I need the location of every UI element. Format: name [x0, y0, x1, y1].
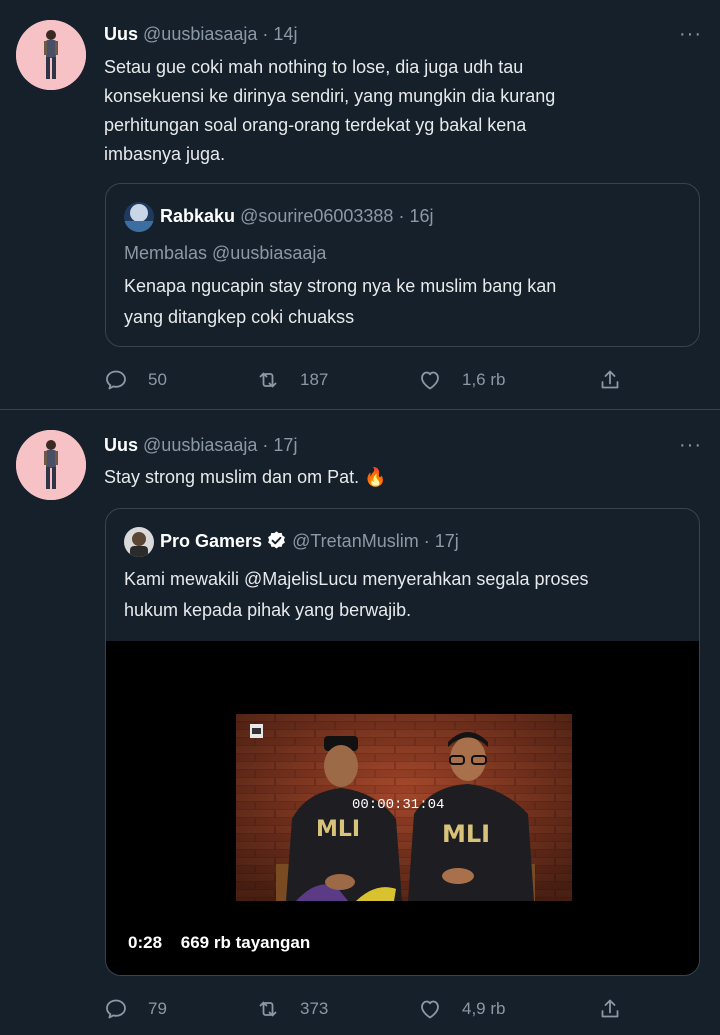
more-icon[interactable]: ···: [679, 21, 702, 47]
quoted-time: 17j: [434, 530, 459, 551]
video-views: 669 rb tayangan: [180, 933, 311, 952]
quoted-avatar: [124, 527, 154, 557]
tweet[interactable]: Uus @uusbiasaaja · 14j ··· Setau gue cok…: [0, 0, 720, 410]
tweet-text-line: Stay strong muslim dan om Pat. 🔥: [104, 467, 387, 487]
quoted-text-line: Kami mewakili @MajelisLucu menyerahkan s…: [124, 569, 589, 589]
like-count: 1,6 rb: [462, 370, 506, 389]
reply-count: 50: [148, 370, 167, 389]
quoted-tweet[interactable]: Pro Gamers @TretanMuslim · 17j Kami mewa…: [105, 508, 700, 976]
retweet-button[interactable]: 373: [256, 994, 328, 1024]
author-name[interactable]: Uus: [104, 435, 138, 455]
action-bar: 79 373 4,9 rb: [104, 994, 644, 1024]
reply-button[interactable]: 50: [104, 365, 167, 395]
action-bar: 50 187 1,6 rb: [104, 365, 644, 395]
reply-button[interactable]: 79: [104, 994, 167, 1024]
quoted-handle: @sourire06003388: [240, 205, 394, 226]
video-info: 0:28 669 rb tayangan: [128, 933, 324, 953]
quoted-text-line: yang ditangkep coki chuakss: [124, 307, 355, 327]
quoted-name: Pro Gamers: [160, 530, 263, 551]
more-icon[interactable]: ···: [679, 432, 702, 458]
quoted-handle: @TretanMuslim: [292, 530, 419, 551]
tweet-text: Setau gue coki mah nothing to lose, dia …: [104, 53, 700, 169]
quoted-text-line: hukum kepada pihak yang berwajib.: [124, 600, 412, 620]
like-icon: [421, 1000, 439, 1019]
verified-icon: [268, 531, 285, 549]
quoted-tweet[interactable]: Rabkaku @sourire06003388 · 16j Membalas …: [105, 183, 700, 347]
share-button[interactable]: [598, 994, 622, 1024]
quoted-text-line: Kenapa ngucapin stay strong nya ke musli…: [124, 276, 557, 296]
quoted-text: Kenapa ngucapin stay strong nya ke musli…: [124, 271, 681, 333]
quoted-name: Rabkaku: [160, 205, 236, 226]
tweet-text-line: perhitungan soal orang-orang terdekat yg…: [104, 115, 527, 135]
shirt-logo: MLI: [316, 817, 360, 842]
author-handle[interactable]: @uusbiasaaja: [143, 435, 257, 455]
quoted-avatar: [124, 202, 154, 232]
quoted-time: 16j: [409, 205, 434, 226]
share-button[interactable]: [598, 365, 622, 395]
shirt-logo: MLI: [442, 820, 490, 848]
retweet-count: 187: [300, 370, 329, 389]
retweet-icon: [259, 1001, 277, 1017]
avatar[interactable]: [16, 430, 86, 500]
like-button[interactable]: 1,6 rb: [418, 365, 505, 395]
tweet-time[interactable]: 14j: [273, 24, 297, 44]
video-timestamp-overlay: 00:00:31:04: [352, 797, 445, 813]
author-handle[interactable]: @uusbiasaaja: [143, 24, 257, 44]
reply-count: 79: [148, 999, 167, 1018]
tweet-text-line: imbasnya juga.: [104, 144, 226, 164]
separator: ·: [423, 530, 430, 551]
reply-icon: [106, 370, 126, 390]
tweet-text-line: konsekuensi ke dirinya sendiri, yang mun…: [104, 86, 556, 106]
video-duration: 0:28: [128, 933, 163, 952]
tweet-time[interactable]: 17j: [273, 435, 297, 455]
like-button[interactable]: 4,9 rb: [418, 994, 505, 1024]
avatar[interactable]: [16, 20, 86, 90]
retweet-icon: [259, 372, 277, 388]
quoted-text: Kami mewakili @MajelisLucu menyerahkan s…: [124, 564, 681, 626]
separator: ·: [262, 435, 269, 455]
like-count: 4,9 rb: [462, 999, 506, 1018]
video-frame[interactable]: MLI MLI 00:00:31:04: [236, 714, 572, 901]
share-icon: [601, 999, 619, 1018]
separator: ·: [262, 24, 269, 44]
author-name[interactable]: Uus: [104, 24, 138, 44]
tweet-text: Stay strong muslim dan om Pat. 🔥: [104, 463, 700, 492]
video-player[interactable]: MLI MLI 00:00:31:04 0:28 669 rb tayangan: [106, 641, 699, 975]
tweet[interactable]: Uus @uusbiasaaja · 17j ··· Stay strong m…: [0, 411, 720, 1035]
separator: ·: [398, 205, 405, 226]
like-icon: [421, 371, 439, 390]
tweet-text-line: Setau gue coki mah nothing to lose, dia …: [104, 57, 524, 77]
reply-to-label: Membalas @uusbiasaaja: [124, 243, 327, 263]
share-icon: [601, 370, 619, 389]
reply-icon: [106, 999, 126, 1019]
retweet-button[interactable]: 187: [256, 365, 328, 395]
retweet-count: 373: [300, 999, 329, 1018]
